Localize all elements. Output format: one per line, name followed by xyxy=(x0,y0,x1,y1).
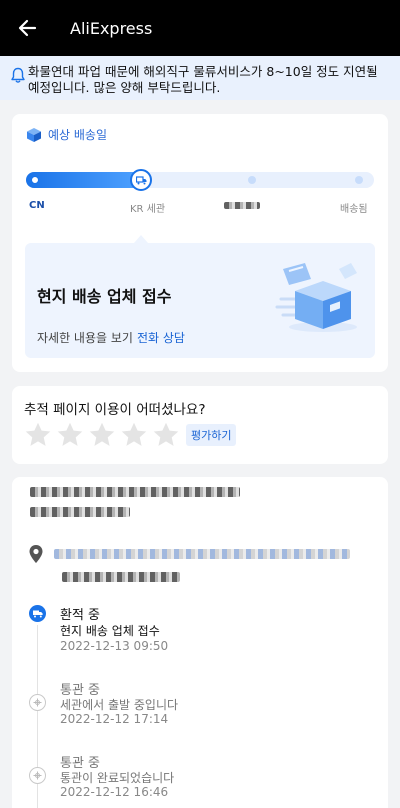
star-icon[interactable] xyxy=(120,421,148,449)
status-pointer xyxy=(134,235,148,243)
customs-icon xyxy=(33,698,42,707)
stage-label-kr-customs: KR 세관 xyxy=(130,204,166,215)
star-icon[interactable] xyxy=(24,421,52,449)
timeline-time: 2022-12-13 09:50 xyxy=(60,639,169,653)
stage-dot-delivered xyxy=(355,176,363,184)
back-button[interactable] xyxy=(0,0,56,56)
progress-track xyxy=(26,169,374,191)
stage-dot-cn xyxy=(31,176,39,184)
rating-question: 추적 페이지 이용이 어떠셨나요? xyxy=(24,402,206,418)
rating-card: 추적 페이지 이용이 어떠셨나요? 평가하기 xyxy=(12,386,388,464)
phone-consult-link[interactable]: 전화 상담 xyxy=(137,331,185,345)
customs-icon xyxy=(33,771,42,780)
tracking-detail-card: 환적 중 현지 배송 업체 접수 2022-12-13 09:50 통관 중 세… xyxy=(12,477,388,808)
star-icon[interactable] xyxy=(152,421,180,449)
location-pin-icon xyxy=(29,545,43,563)
stage-dot-3 xyxy=(248,176,256,184)
timeline-detail: 현지 배송 업체 접수 xyxy=(60,624,160,638)
arrow-left-icon xyxy=(18,19,37,37)
truck-icon xyxy=(32,610,43,617)
star-icon[interactable] xyxy=(56,421,84,449)
timeline-status: 환적 중 xyxy=(60,608,101,623)
redacted-tracking-number xyxy=(30,487,240,497)
timeline-detail: 통관이 완료되었습니다 xyxy=(60,771,175,785)
app-title: AliExpress xyxy=(70,18,153,38)
app-bar: AliExpress xyxy=(0,0,400,56)
redacted-address-line-2 xyxy=(62,572,180,582)
stage-label-delivered: 배송됨 xyxy=(340,204,368,215)
redacted-address-line-1 xyxy=(54,549,350,559)
parcel-illustration-icon xyxy=(275,263,357,332)
package-icon xyxy=(27,127,41,142)
truck-icon xyxy=(135,175,146,184)
delivery-status-card: 예상 배송일 CN KR 세관 배송됨 현지 배송 업체 접수 자세한 내용을 … xyxy=(12,114,388,372)
timeline-node xyxy=(29,694,46,711)
redacted-stage-label xyxy=(224,202,260,209)
progress-fill xyxy=(26,172,141,188)
estimated-delivery-label: 예상 배송일 xyxy=(48,128,108,142)
stage-labels: CN KR 세관 배송됨 xyxy=(26,200,374,215)
timeline-detail: 세관에서 출발 중입니다 xyxy=(60,698,179,712)
rate-button[interactable]: 평가하기 xyxy=(186,424,237,446)
current-status-title: 현지 배송 업체 접수 xyxy=(37,287,172,306)
star-rating: 평가하기 xyxy=(24,421,237,449)
notice-text: 화물연대 파업 때문에 해외직구 물류서비스가 8~10일 정도 지연될 예정입… xyxy=(28,64,378,95)
current-status-box: 현지 배송 업체 접수 자세한 내용을 보기 전화 상담 xyxy=(25,243,375,358)
timeline-time: 2022-12-12 16:46 xyxy=(60,785,169,799)
bell-icon xyxy=(10,67,26,100)
status-detail-text: 자세한 내용을 보기 xyxy=(37,331,133,345)
notice-banner: 화물연대 파업 때문에 해외직구 물류서비스가 8~10일 정도 지연될 예정입… xyxy=(0,56,400,100)
current-stage-marker xyxy=(130,169,152,191)
timeline-node xyxy=(29,767,46,784)
stage-label-cn: CN xyxy=(29,200,45,211)
timeline-node-active xyxy=(29,605,46,622)
estimated-delivery-row: 예상 배송일 xyxy=(26,126,107,143)
status-detail-row: 자세한 내용을 보기 전화 상담 xyxy=(37,329,185,346)
star-icon[interactable] xyxy=(88,421,116,449)
timeline-time: 2022-12-12 17:14 xyxy=(60,712,169,726)
redacted-carrier xyxy=(30,507,130,517)
